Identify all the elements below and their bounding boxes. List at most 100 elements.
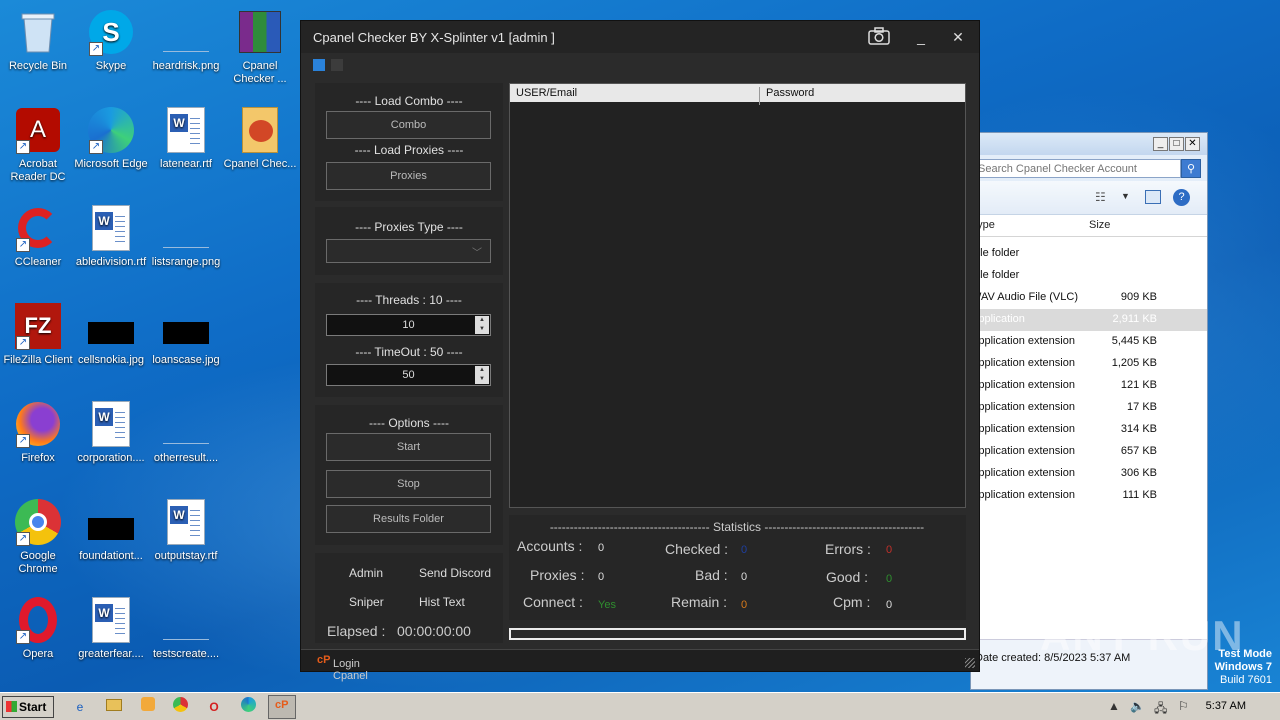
desktop-icon-cpanel-checker-ppt[interactable]: Cpanel Chec... — [222, 106, 298, 171]
file-row[interactable]: WAV Audio File (VLC) 909 KB — [971, 287, 1207, 309]
maximize-icon[interactable]: □ — [1169, 137, 1184, 151]
file-row[interactable]: Application extension 111 KB — [971, 485, 1207, 507]
start-button[interactable]: Start — [2, 696, 54, 718]
desktop-icon-heardrisk[interactable]: heardrisk.png — [148, 8, 224, 73]
desktop-icon-filezilla[interactable]: FZ ↗ FileZilla Client — [0, 302, 76, 367]
taskbar-clock[interactable]: 5:37 AM — [1206, 700, 1246, 712]
help-icon[interactable]: ? — [1173, 189, 1190, 206]
shortcut-arrow-icon: ↗ — [16, 336, 30, 350]
desktop-icon-foundation[interactable]: foundationt... — [73, 498, 149, 563]
search-icon[interactable]: ⚲ — [1181, 159, 1201, 178]
network-icon[interactable]: 🖧 — [1154, 699, 1167, 720]
file-row[interactable]: Application extension 1,205 KB — [971, 353, 1207, 375]
edge-icon[interactable] — [238, 697, 258, 717]
desktop-icon-ccleaner[interactable]: ↗ CCleaner — [0, 204, 76, 269]
start-button[interactable]: Start — [326, 433, 491, 461]
theme-blue-swatch[interactable] — [313, 59, 325, 71]
ccleaner-icon: ↗ — [14, 204, 62, 252]
minimize-icon[interactable]: _ — [909, 27, 933, 47]
column-password[interactable]: Password — [766, 87, 814, 99]
desktop-icon-greaterfear[interactable]: greaterfear.... — [73, 596, 149, 661]
desktop-icon-firefox[interactable]: ↗ Firefox — [0, 400, 76, 465]
theme-dark-swatch[interactable] — [331, 59, 343, 71]
stepper-down-icon[interactable]: ▼ — [475, 375, 489, 384]
winrar-archive-icon — [236, 8, 284, 56]
stop-button[interactable]: Stop — [326, 470, 491, 498]
file-type: Application extension — [971, 467, 1075, 479]
explorer-folder-icon[interactable] — [104, 697, 124, 717]
desktop-icon-loanscase[interactable]: loanscase.jpg — [148, 302, 224, 367]
threads-title: ---- Threads : 10 ---- — [356, 293, 462, 307]
chrome-icon[interactable] — [170, 697, 190, 717]
admin-checkbox[interactable]: Admin — [329, 566, 383, 580]
file-row[interactable]: Application extension 306 KB — [971, 463, 1207, 485]
proxies-button[interactable]: Proxies — [326, 162, 491, 190]
desktop-icon-cpanel-checker-archive[interactable]: Cpanel Checker ... — [222, 8, 298, 86]
desktop-icon-listsrange[interactable]: listsrange.png — [148, 204, 224, 269]
send-discord-checkbox[interactable]: Send Discord — [399, 566, 491, 580]
sniper-checkbox[interactable]: Sniper — [329, 595, 384, 609]
desktop-icon-label: testscreate.... — [152, 648, 220, 660]
file-row[interactable]: Application extension 657 KB — [971, 441, 1207, 463]
desktop-icon-chrome[interactable]: ↗ Google Chrome — [0, 498, 76, 576]
threads-stepper[interactable]: 10 ▲ ▼ — [326, 314, 491, 336]
explorer-titlebar[interactable]: _ □ ✕ — [971, 133, 1207, 155]
desktop-icon-testscreate[interactable]: testscreate.... — [148, 596, 224, 661]
explorer-window[interactable]: _ □ ✕ ⚲ ☷ ▼ ? Type Size File folderFile … — [970, 132, 1208, 690]
firefox-icon: ↗ — [14, 400, 62, 448]
desktop-icon-acrobat[interactable]: A ↗ Acrobat Reader DC — [0, 106, 76, 184]
desktop-icon-skype[interactable]: S ↗ Skype — [73, 8, 149, 73]
column-user-email[interactable]: USER/Email — [510, 87, 760, 105]
stepper-up-icon[interactable]: ▲ — [475, 366, 489, 375]
ie-icon[interactable]: e — [70, 697, 90, 717]
hist-text-checkbox[interactable]: Hist Text — [399, 595, 465, 609]
resize-grip-icon[interactable] — [965, 658, 975, 668]
desktop-icon-corporation[interactable]: corporation.... — [73, 400, 149, 465]
cpanel-checker-window[interactable]: Cpanel Checker BY X-Splinter v1 [admin ]… — [300, 20, 980, 682]
view-options-icon[interactable]: ☷ — [1095, 190, 1106, 204]
minimize-icon[interactable]: _ — [1153, 137, 1168, 151]
desktop-icon-cellsnokia[interactable]: cellsnokia.jpg — [73, 302, 149, 367]
file-row[interactable]: Application extension 121 KB — [971, 375, 1207, 397]
desktop-icon-latenear[interactable]: latenear.rtf — [148, 106, 224, 171]
desktop-icon-opera[interactable]: ↗ Opera — [0, 596, 76, 661]
desktop-icon-outputstay[interactable]: outputstay.rtf — [148, 498, 224, 563]
file-type: Application extension — [971, 489, 1075, 501]
camera-icon[interactable] — [867, 27, 891, 47]
close-icon[interactable]: ✕ — [946, 27, 970, 47]
stepper-down-icon[interactable]: ▼ — [475, 325, 489, 334]
proxies-type-select[interactable]: ﹀ — [326, 239, 491, 263]
file-row[interactable]: File folder — [971, 243, 1207, 265]
desktop-icon-otherresult[interactable]: otherresult.... — [148, 400, 224, 465]
desktop-icon-abledivision[interactable]: abledivision.rtf — [73, 204, 149, 269]
remain-label: Remain : — [671, 594, 728, 610]
file-size: 2,911 KB — [1112, 313, 1157, 325]
chevron-down-icon[interactable]: ▼ — [1121, 191, 1130, 201]
taskbar-cpanel-checker[interactable]: cP — [268, 695, 296, 719]
login-cpanel-link[interactable]: cP Login Cpanel — [317, 654, 368, 682]
stepper-up-icon[interactable]: ▲ — [475, 316, 489, 325]
preview-pane-icon[interactable] — [1145, 190, 1161, 204]
timeout-stepper[interactable]: 50 ▲ ▼ — [326, 364, 491, 386]
file-row[interactable]: Application 2,911 KB — [971, 309, 1207, 331]
desktop-icon-recycle-bin[interactable]: Recycle Bin — [0, 8, 76, 73]
close-icon[interactable]: ✕ — [1185, 137, 1200, 151]
results-folder-button[interactable]: Results Folder — [326, 505, 491, 533]
column-size[interactable]: Size — [1089, 219, 1110, 231]
media-player-icon[interactable] — [138, 697, 158, 717]
tray-expand-icon[interactable]: ▲ — [1108, 699, 1120, 713]
combo-button[interactable]: Combo — [326, 111, 491, 139]
desktop-icon-label: loanscase.jpg — [152, 354, 220, 366]
options-title: ---- Options ---- — [369, 416, 449, 430]
volume-icon[interactable]: 🔈 — [1130, 699, 1145, 713]
file-row[interactable]: Application extension 5,445 KB — [971, 331, 1207, 353]
action-center-flag-icon[interactable]: ⚐ — [1178, 699, 1189, 713]
explorer-search-input[interactable] — [975, 159, 1181, 178]
results-grid[interactable]: USER/Email Password — [509, 83, 966, 508]
app-titlebar[interactable]: Cpanel Checker BY X-Splinter v1 [admin ]… — [301, 21, 979, 53]
file-row[interactable]: Application extension 17 KB — [971, 397, 1207, 419]
desktop-icon-edge[interactable]: ↗ Microsoft Edge — [73, 106, 149, 171]
file-row[interactable]: Application extension 314 KB — [971, 419, 1207, 441]
file-row[interactable]: File folder — [971, 265, 1207, 287]
opera-icon[interactable]: O — [204, 697, 224, 717]
